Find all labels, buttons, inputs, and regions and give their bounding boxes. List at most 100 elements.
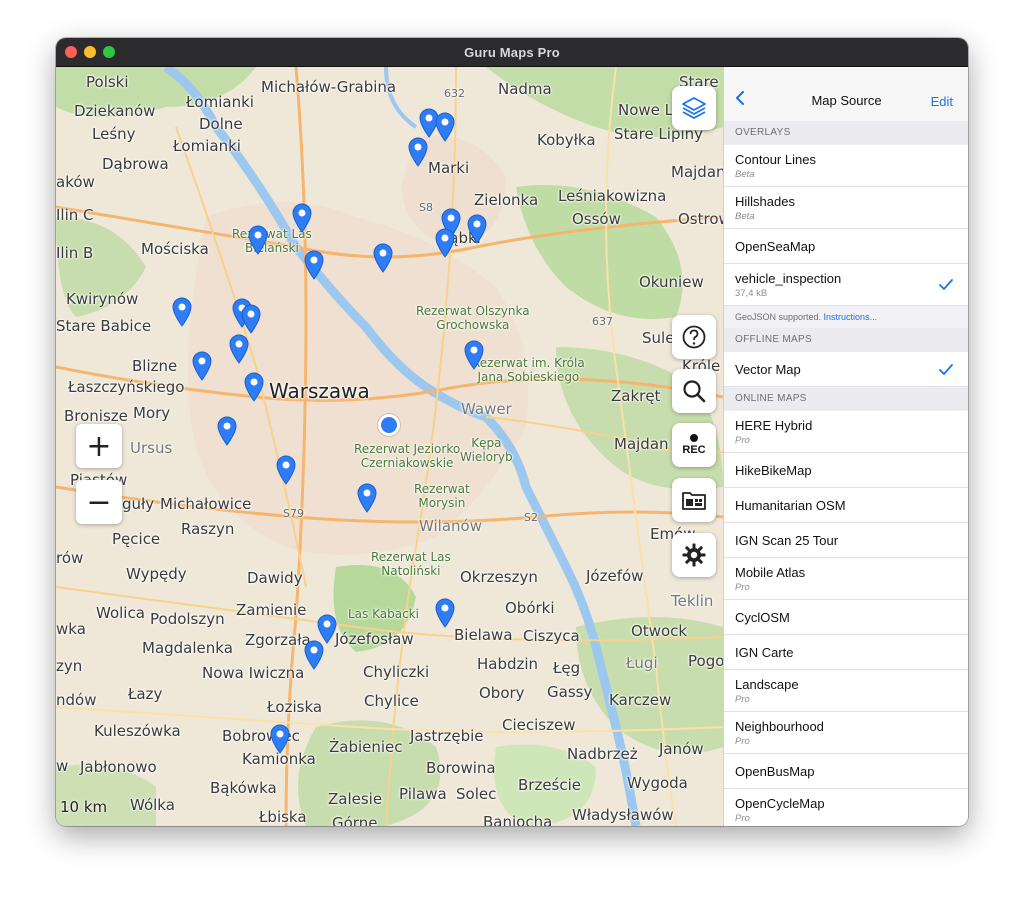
map-place-label: Pilawa xyxy=(399,785,447,803)
geojson-note-text: GeoJSON supported. xyxy=(735,312,824,322)
map-pin-icon[interactable] xyxy=(407,137,429,167)
map-pin-icon[interactable] xyxy=(247,225,269,255)
map-place-label: Zakręt xyxy=(611,387,661,405)
map-pin-icon[interactable] xyxy=(216,416,238,446)
map-place-label: Mory xyxy=(133,404,171,422)
map-source-label: vehicle_inspection xyxy=(735,271,842,286)
edit-button[interactable]: Edit xyxy=(931,94,953,109)
map-park-label: Las Kabacki xyxy=(348,607,419,621)
map-place-label: Marki xyxy=(428,159,470,177)
map-place-label: Leśny xyxy=(92,125,136,143)
map-place-label: Warszawa xyxy=(269,379,370,403)
map-source-row[interactable]: IGN Carte xyxy=(724,635,968,670)
map-pin-icon[interactable] xyxy=(303,640,325,670)
bookmarks-button[interactable] xyxy=(672,478,716,522)
map-source-row[interactable]: HikeBikeMap xyxy=(724,453,968,488)
map-place-label: Żabieniec xyxy=(329,738,403,756)
map-source-row[interactable]: Hillshades Beta xyxy=(724,187,968,229)
map-source-label: IGN Carte xyxy=(735,645,794,660)
layers-button[interactable] xyxy=(672,86,716,130)
map-pin-icon[interactable] xyxy=(356,483,378,513)
map-pin-icon[interactable] xyxy=(275,455,297,485)
map-place-label: Podolszyn xyxy=(150,610,225,628)
map-source-label: Humanitarian OSM xyxy=(735,498,846,513)
map-park-label: Rezerwat Jeziorko Czerniakowskie xyxy=(354,442,461,470)
map-source-row[interactable]: vehicle_inspection 37,4 kB xyxy=(724,264,968,306)
map-pin-icon[interactable] xyxy=(269,724,291,754)
map-pin-icon[interactable] xyxy=(463,340,485,370)
map-source-row[interactable]: IGN Scan 25 Tour xyxy=(724,523,968,558)
map-road-label: 637 xyxy=(592,315,613,328)
map-pin-icon[interactable] xyxy=(372,243,394,273)
map-road-label: S2 xyxy=(524,511,538,524)
section-header: OVERLAYS xyxy=(724,121,968,145)
map-pin-icon[interactable] xyxy=(434,228,456,258)
map-source-row[interactable]: Mobile Atlas Pro xyxy=(724,558,968,600)
map-pin-icon[interactable] xyxy=(191,351,213,381)
map-place-label: wka xyxy=(56,620,86,638)
map-source-sublabel: Pro xyxy=(735,582,750,593)
help-button[interactable] xyxy=(672,315,716,359)
map-place-label: Michałów-Grabina xyxy=(261,78,397,96)
map-place-label: Ilin C xyxy=(56,206,94,224)
map-place-label: Polski xyxy=(86,73,129,91)
map-source-row[interactable]: CyclOSM xyxy=(724,600,968,635)
map-source-label: HikeBikeMap xyxy=(735,463,812,478)
map-pin-icon[interactable] xyxy=(466,214,488,244)
map-pin-icon[interactable] xyxy=(171,297,193,327)
instructions-link[interactable]: Instructions... xyxy=(824,312,878,322)
map-source-sublabel: 37,4 kB xyxy=(735,288,768,299)
map-place-label: Cieciszew xyxy=(502,716,576,734)
map-source-row[interactable]: Humanitarian OSM xyxy=(724,488,968,523)
zoom-in-button[interactable]: + xyxy=(76,424,122,468)
map-pin-icon[interactable] xyxy=(303,250,325,280)
geojson-note: GeoJSON supported. Instructions... xyxy=(735,312,877,322)
checkmark-icon xyxy=(939,279,953,290)
map-place-label: Zalesie xyxy=(328,790,383,808)
map-place-label: Zielonka xyxy=(474,191,539,209)
scale-label: 10 km xyxy=(60,798,108,816)
record-track-button[interactable]: REC xyxy=(672,423,716,467)
map-place-label: Kwirynów xyxy=(66,290,139,308)
map-source-label: Landscape xyxy=(735,677,799,692)
map-source-sublabel: Pro xyxy=(735,435,750,446)
map-source-row[interactable]: OpenCycleMap Pro xyxy=(724,789,968,826)
map-pin-icon[interactable] xyxy=(240,304,262,334)
map-pin-icon[interactable] xyxy=(243,372,265,402)
map-pin-icon[interactable] xyxy=(434,598,456,628)
gear-icon xyxy=(682,543,706,567)
map-place-label: Wawer xyxy=(461,400,512,418)
map-place-label: Raszyn xyxy=(181,520,235,538)
map-source-row[interactable]: Vector Map xyxy=(724,352,968,387)
map-place-label: Józefów xyxy=(586,567,644,585)
map-place-label: Łomianki xyxy=(173,137,241,155)
map-source-label: Contour Lines xyxy=(735,152,816,167)
map-place-label: Obory xyxy=(479,684,525,702)
settings-button[interactable] xyxy=(672,533,716,577)
map-place-label: Zgorzała xyxy=(245,631,311,649)
map-source-row[interactable]: HERE Hybrid Pro xyxy=(724,411,968,453)
map-source-row[interactable]: OpenSeaMap xyxy=(724,229,968,264)
map-source-row[interactable]: Landscape Pro xyxy=(724,670,968,712)
map-source-row[interactable]: OpenBusMap xyxy=(724,754,968,789)
map-road-label: S79 xyxy=(283,507,304,520)
map-place-label: aków xyxy=(56,173,95,191)
map-place-label: Ciszyca xyxy=(523,627,580,645)
map-source-row[interactable]: Contour Lines Beta xyxy=(724,145,968,187)
app-window: Guru Maps Pro Polski Michałów-Grabina 63… xyxy=(56,38,968,826)
map-place-label: Majdan xyxy=(671,163,723,181)
map-road-label: S8 xyxy=(419,201,433,214)
zoom-out-button[interactable]: − xyxy=(76,480,122,524)
map-pin-icon[interactable] xyxy=(291,203,313,233)
map-pin-icon[interactable] xyxy=(228,334,250,364)
map-park-label: Rezerwat Olszynka Grochowska xyxy=(416,304,530,332)
search-button[interactable] xyxy=(672,369,716,413)
section-header: OFFLINE MAPS xyxy=(724,328,968,352)
map-place-label: Władysławów xyxy=(572,806,674,824)
map-place-label: Górne xyxy=(332,814,378,826)
map-source-row[interactable]: Neighbourhood Pro xyxy=(724,712,968,754)
help-icon xyxy=(682,325,706,349)
map-view[interactable]: Polski Michałów-Grabina 632 Nadma Stare Dziek… xyxy=(56,67,723,826)
map-place-label: Wolica xyxy=(96,604,145,622)
map-pin-icon[interactable] xyxy=(434,112,456,142)
